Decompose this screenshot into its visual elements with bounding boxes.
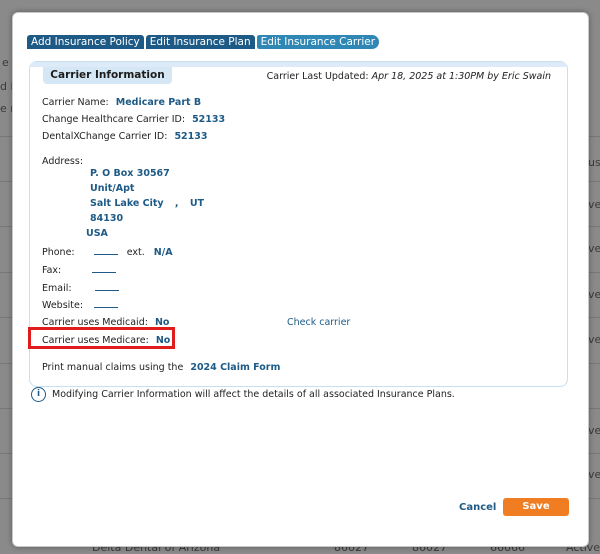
claims-row: Print manual claims using the 2024 Claim…: [42, 362, 280, 373]
address-label: Address:: [42, 156, 84, 167]
email-value: [94, 282, 119, 291]
modal-tabs: Add Insurance Policy Edit Insurance Plan…: [27, 35, 380, 49]
carrier-name-row: Carrier Name: Medicare Part B: [42, 97, 201, 108]
change-healthcare-id-label: Change Healthcare Carrier ID:: [42, 114, 186, 125]
tab-edit-insurance-carrier[interactable]: Edit Insurance Carrier: [256, 35, 380, 49]
website-row: Website:: [42, 299, 119, 311]
info-text: Modifying Carrier Information will affec…: [52, 389, 455, 400]
dentalxchange-id-value: 52133: [174, 131, 208, 142]
carrier-name-value: Medicare Part B: [115, 97, 202, 108]
ext-label: ext.: [126, 247, 145, 258]
address-state: UT: [189, 198, 205, 209]
website-value: [94, 299, 119, 308]
dentalxchange-id-label: DentalXChange Carrier ID:: [42, 131, 168, 142]
address-separator: ,: [174, 198, 179, 209]
bg-fragment: ve: [588, 288, 600, 301]
address-city-state: Salt Lake City , UT: [90, 198, 204, 209]
save-carrier-button[interactable]: Save Carrier: [503, 498, 569, 530]
info-circle-icon: i: [31, 387, 46, 402]
email-row: Email:: [42, 282, 119, 294]
bg-fragment: ve: [588, 424, 600, 437]
last-updated-label: Carrier Last Updated:: [266, 71, 369, 82]
cancel-button[interactable]: Cancel: [459, 502, 496, 513]
carrier-name-label: Carrier Name:: [42, 97, 109, 108]
change-healthcare-id-value: 52133: [192, 114, 226, 125]
phone-value: [93, 246, 118, 255]
address-country: USA: [86, 228, 108, 239]
fax-value: [92, 264, 117, 273]
fax-label: Fax:: [42, 265, 62, 276]
bg-fragment: us: [588, 156, 600, 169]
dentalxchange-id-row: DentalXChange Carrier ID: 52133: [42, 131, 208, 142]
address-line2: Unit/Apt: [90, 183, 135, 194]
website-label: Website:: [42, 300, 84, 311]
address-line1: P. O Box 30567: [90, 168, 170, 179]
last-updated: Carrier Last Updated: Apr 18, 2025 at 1:…: [267, 71, 551, 82]
check-carrier-link[interactable]: Check carrier: [287, 317, 350, 328]
address-city: Salt Lake City: [90, 198, 164, 209]
phone-row: Phone: ext. N/A: [42, 246, 173, 258]
ext-value: N/A: [153, 247, 173, 258]
bg-fragment: ve: [588, 198, 600, 211]
bg-fragment: ve: [588, 333, 600, 346]
address-zip: 84130: [90, 213, 124, 224]
claims-label: Print manual claims using the: [42, 362, 184, 373]
change-healthcare-id-row: Change Healthcare Carrier ID: 52133: [42, 114, 225, 125]
info-notice: i Modifying Carrier Information will aff…: [31, 387, 455, 402]
tab-add-insurance-policy[interactable]: Add Insurance Policy: [27, 35, 144, 49]
bg-fragment: ve: [588, 242, 600, 255]
email-label: Email:: [42, 283, 72, 294]
claims-form-value: 2024 Claim Form: [190, 362, 281, 373]
tab-edit-insurance-plan[interactable]: Edit Insurance Plan: [145, 35, 255, 49]
last-updated-value: Apr 18, 2025 at 1:30PM by Eric Swain: [371, 71, 551, 82]
medicare-highlight-box: [28, 327, 175, 349]
panel-title: Carrier Information: [43, 67, 172, 84]
bg-fragment: ve: [588, 468, 600, 481]
edit-carrier-modal: Add Insurance Policy Edit Insurance Plan…: [12, 12, 589, 547]
bg-fragment: e: [2, 56, 9, 69]
fax-row: Fax:: [42, 264, 117, 276]
phone-label: Phone:: [42, 247, 75, 258]
